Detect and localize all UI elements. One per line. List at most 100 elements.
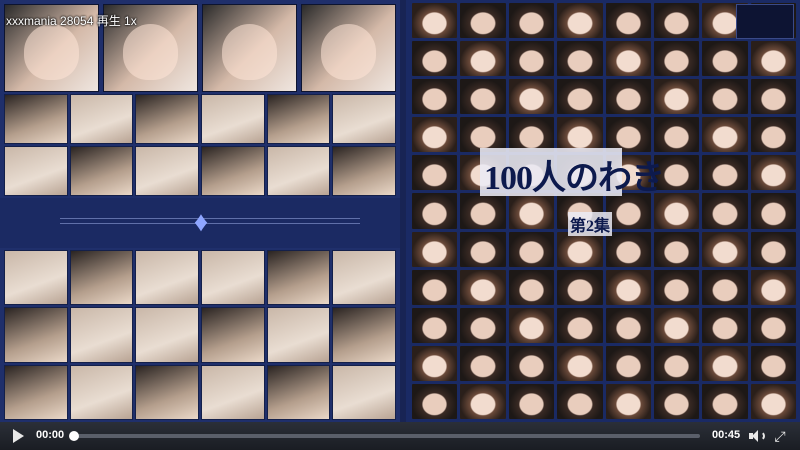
face-thumbnail	[460, 41, 506, 77]
face-thumbnail	[460, 345, 506, 381]
cover-subtitle: 第2集	[568, 212, 613, 236]
photo-tile	[332, 250, 396, 306]
face-thumbnail	[653, 3, 700, 39]
cover-title: 100人のわき	[484, 160, 665, 197]
face-mosaic-grid	[412, 3, 796, 419]
face-thumbnail	[412, 79, 458, 115]
face-thumbnail	[508, 345, 555, 381]
photo-tile	[201, 146, 265, 196]
photo-tile	[332, 94, 396, 144]
photo-tile	[69, 94, 134, 144]
photo-tile	[266, 364, 331, 420]
photo-tile	[266, 146, 331, 196]
face-thumbnail	[508, 3, 555, 39]
photo-tile	[266, 94, 331, 144]
seek-bar[interactable]	[69, 431, 700, 441]
face-thumbnail	[508, 231, 555, 267]
play-icon[interactable]	[10, 428, 26, 444]
photo-tile	[4, 364, 68, 420]
face-thumbnail	[412, 41, 458, 77]
face-thumbnail	[412, 193, 458, 229]
face-thumbnail	[460, 269, 506, 305]
face-thumbnail	[653, 79, 700, 115]
right-cover-artwork	[406, 0, 800, 422]
face-thumbnail	[750, 79, 796, 115]
face-thumbnail	[460, 231, 506, 267]
photo-tile	[266, 250, 331, 306]
face-thumbnail	[750, 41, 796, 77]
face-thumbnail	[605, 231, 651, 267]
face-thumbnail	[412, 155, 458, 191]
speaker-cone	[752, 430, 758, 442]
face-thumbnail	[557, 383, 603, 419]
face-thumbnail	[460, 3, 506, 39]
face-thumbnail	[508, 79, 555, 115]
photo-tile	[4, 307, 68, 363]
photo-tile	[135, 146, 199, 196]
video-title-overlay: xxxmania 28054 再生 1x	[6, 14, 137, 28]
player-control-bar: 00:00 00:45 ⤢	[0, 422, 800, 450]
photo-tile	[69, 146, 134, 196]
face-thumbnail	[508, 383, 555, 419]
face-thumbnail	[750, 345, 796, 381]
photo-tile	[4, 250, 68, 306]
face-thumbnail	[605, 79, 651, 115]
face-thumbnail	[508, 307, 555, 343]
fullscreen-icon[interactable]: ⤢	[772, 428, 788, 444]
face-thumbnail	[412, 345, 458, 381]
photo-grid-top	[4, 94, 396, 196]
photo-tile	[201, 94, 265, 144]
photo-tile	[135, 307, 199, 363]
photo-tile	[266, 307, 331, 363]
face-thumbnail	[750, 193, 796, 229]
photo-tile	[135, 250, 199, 306]
current-time: 00:00	[36, 429, 65, 441]
face-thumbnail	[508, 269, 555, 305]
face-thumbnail	[460, 79, 506, 115]
face-thumbnail	[702, 117, 748, 153]
face-thumbnail	[702, 155, 748, 191]
video-viewport[interactable]: ♦ 100人のわき 第2集 xxxmania 28054 再生 1x	[0, 0, 800, 422]
photo-tile	[332, 364, 396, 420]
face-thumbnail	[605, 383, 651, 419]
face-thumbnail	[460, 383, 506, 419]
volume-icon[interactable]	[748, 428, 766, 444]
left-cover-artwork: ♦	[0, 0, 400, 422]
face-thumbnail	[412, 307, 458, 343]
face-thumbnail	[605, 345, 651, 381]
face-thumbnail	[653, 269, 700, 305]
face-thumbnail	[605, 307, 651, 343]
seek-bar-handle[interactable]	[69, 431, 79, 441]
price-badge	[736, 4, 794, 39]
face-thumbnail	[702, 79, 748, 115]
logo-mark-icon: ♦	[193, 206, 209, 237]
face-thumbnail	[750, 117, 796, 153]
photo-tile	[135, 94, 199, 144]
photo-tile	[135, 364, 199, 420]
face-thumbnail	[702, 307, 748, 343]
face-thumbnail	[750, 155, 796, 191]
face-thumbnail	[412, 269, 458, 305]
face-thumbnail	[557, 79, 603, 115]
photo-tile	[4, 94, 68, 144]
face-thumbnail	[702, 345, 748, 381]
face-thumbnail	[412, 383, 458, 419]
face-thumbnail	[557, 307, 603, 343]
face-thumbnail	[653, 307, 700, 343]
face-thumbnail	[557, 269, 603, 305]
face-thumbnail	[412, 3, 458, 39]
sound-wave	[759, 431, 765, 441]
face-thumbnail	[557, 41, 603, 77]
photo-tile	[332, 146, 396, 196]
face-thumbnail	[750, 269, 796, 305]
face-thumbnail	[653, 41, 700, 77]
face-thumbnail	[653, 117, 700, 153]
face-thumbnail	[702, 193, 748, 229]
face-thumbnail	[702, 231, 748, 267]
face-thumbnail	[750, 231, 796, 267]
face-thumbnail	[605, 3, 651, 39]
photo-tile	[69, 250, 134, 306]
photo-tile	[69, 307, 134, 363]
photo-tile	[201, 307, 265, 363]
face-thumbnail	[557, 231, 603, 267]
